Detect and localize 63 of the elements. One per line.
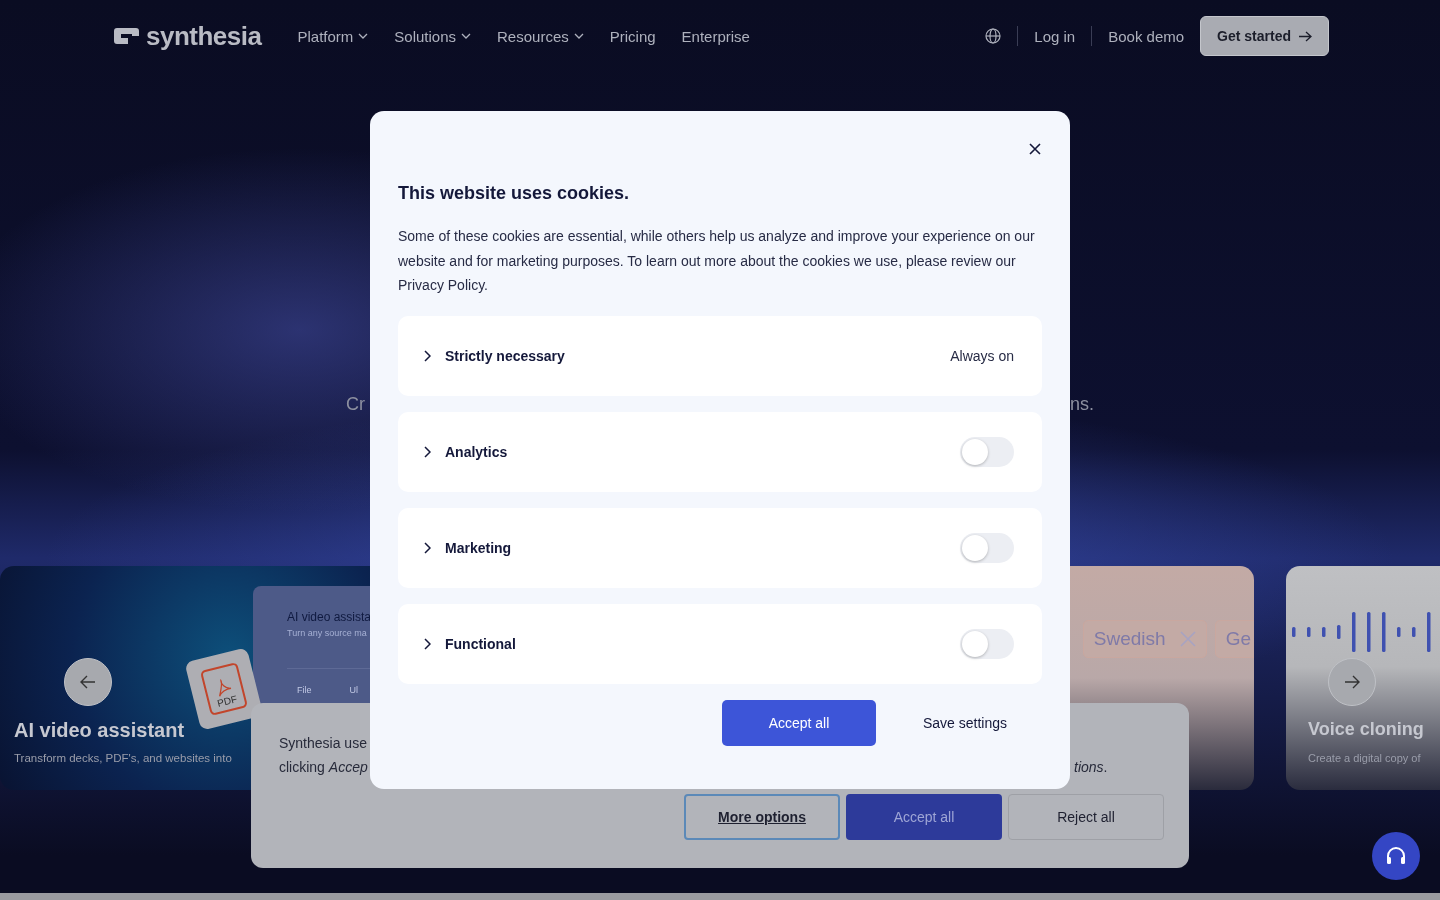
chevron-down-icon: [358, 33, 369, 39]
mockup-tab-label: File: [297, 685, 312, 695]
banner-text: Synthesia use: [279, 734, 367, 753]
close-icon: [1029, 143, 1041, 155]
chevron-right-icon: [424, 637, 431, 650]
arrow-right-icon: [1299, 30, 1312, 42]
previous-button[interactable]: [64, 658, 112, 706]
toggle-switch[interactable]: [960, 436, 1014, 467]
chevron-down-icon: [573, 33, 584, 39]
mockup-subtitle: Turn any source ma: [287, 628, 368, 638]
category-label: Functional: [445, 635, 517, 652]
card-title: Voice cloning: [1308, 719, 1424, 740]
accept-all-button[interactable]: Accept all: [846, 794, 1002, 840]
always-on-status: Always on: [950, 347, 1014, 364]
hero-subtitle-fragment: ns.: [1070, 394, 1094, 415]
next-button[interactable]: [1328, 658, 1376, 706]
synthesia-logo[interactable]: synthesia: [112, 20, 262, 52]
cookie-category[interactable]: Analytics: [398, 411, 1042, 492]
card-description: Transform decks, PDF's, and websites into: [14, 752, 232, 764]
hero-subtitle-fragment: Cr: [346, 394, 365, 415]
card-title: AI video assistant: [14, 719, 185, 742]
logo-text: synthesia: [146, 20, 262, 52]
mockup-title: AI video assista: [287, 610, 373, 624]
language-chip: Ge: [1214, 620, 1254, 658]
nav-link[interactable]: Pricing: [609, 27, 656, 45]
card-description: Create a digital copy of: [1308, 752, 1421, 764]
arrow-left-icon: [80, 675, 96, 689]
cookie-category[interactable]: Marketing: [398, 507, 1042, 588]
headset-icon: [1385, 846, 1407, 866]
category-label: Strictly necessary: [445, 347, 566, 364]
reject-all-button[interactable]: Reject all: [1008, 794, 1164, 840]
chevron-right-icon: [424, 445, 431, 458]
toggle-switch[interactable]: [960, 532, 1014, 563]
login-link[interactable]: Log in: [1018, 27, 1092, 45]
get-started-button[interactable]: Get started: [1200, 16, 1329, 56]
cookie-category[interactable]: Functional: [398, 603, 1042, 684]
category-label: Marketing: [445, 539, 513, 556]
nav-link[interactable]: Enterprise: [681, 27, 750, 45]
toggle-switch[interactable]: [960, 628, 1014, 659]
chevron-down-icon: [461, 33, 472, 39]
banner-text: clicking Accep: [279, 758, 368, 777]
more-options-button[interactable]: More options: [684, 794, 840, 840]
mockup-tab-label: Ul: [349, 685, 358, 695]
nav-link[interactable]: Solutions: [394, 27, 472, 45]
close-icon: [1179, 631, 1196, 647]
book-demo-link[interactable]: Book demo: [1092, 27, 1201, 45]
pdf-label: PDF: [216, 693, 239, 709]
category-label: Analytics: [445, 443, 509, 460]
accept-all-button[interactable]: Accept all: [722, 699, 876, 746]
dialog-description: Some of these cookies are essential, while others help us analyze and improve your experience on our website and for marketing purposes. To learn out more about the cookies we use, please review our Privacy Policy.: [398, 227, 1036, 295]
chevron-right-icon: [424, 541, 431, 554]
chevron-right-icon: [424, 349, 431, 362]
banner-text: tions.: [1074, 758, 1108, 777]
nav-link[interactable]: Resources: [497, 27, 584, 45]
nav-link[interactable]: Platform: [297, 27, 369, 45]
language-chip: Swedish: [1082, 620, 1207, 658]
save-settings-button[interactable]: Save settings: [888, 699, 1042, 746]
globe-icon[interactable]: [985, 28, 1002, 44]
cookie-category[interactable]: Strictly necessary Always on: [398, 315, 1042, 396]
arrow-right-icon: [1344, 675, 1360, 689]
dialog-title: This website uses cookies.: [398, 183, 631, 204]
logo-mark-icon: [112, 26, 140, 46]
support-button[interactable]: [1372, 832, 1420, 880]
